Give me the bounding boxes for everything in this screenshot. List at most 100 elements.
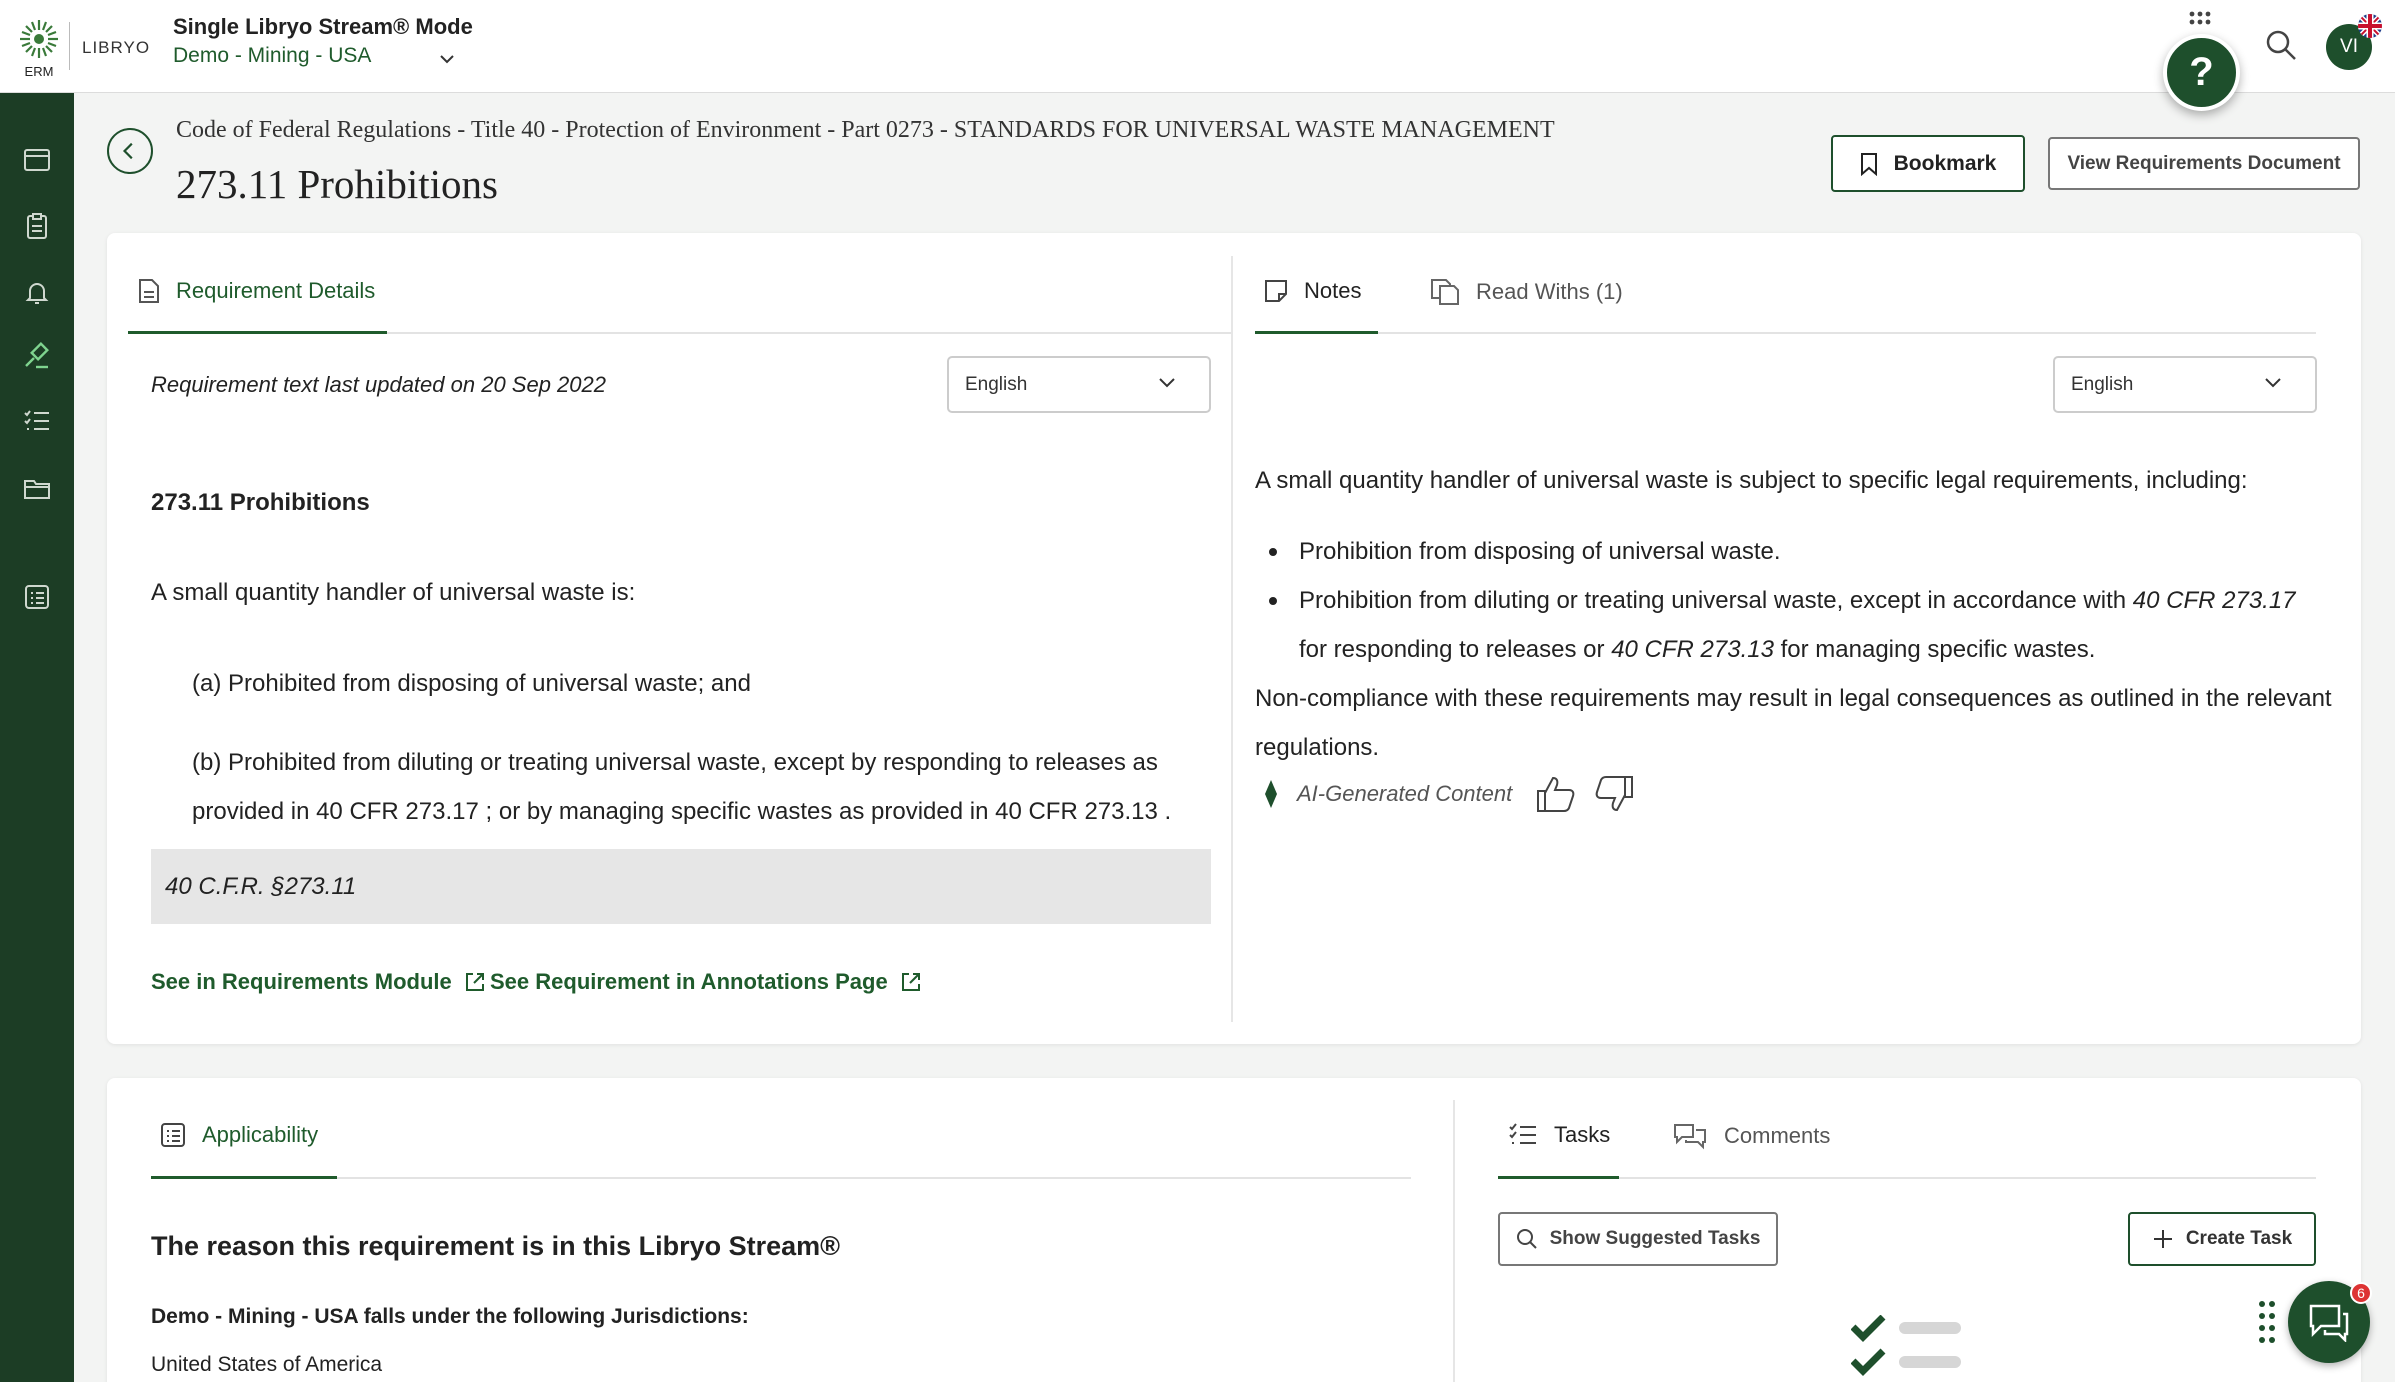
bookmark-button[interactable]: Bookmark (1831, 135, 2025, 192)
notes-cfr-ref-1: 40 CFR 273.17 (2132, 587, 2296, 614)
external-link-icon (901, 973, 920, 991)
requirement-heading: 273.11 Prohibitions (151, 489, 370, 516)
stream-selector[interactable]: Demo - Mining - USA (173, 44, 371, 68)
drag-handle-icon[interactable] (2257, 1300, 2277, 1344)
tab-tasks[interactable]: Tasks (1508, 1122, 1610, 1148)
tab-read-withs[interactable]: Read Withs (1) (1430, 278, 1623, 306)
apps-grid-icon[interactable] (2187, 10, 2213, 30)
search-icon[interactable] (2264, 28, 2298, 62)
notes-bullet-2-text-b: for responding to releases or (1299, 636, 1612, 663)
external-link-icon (465, 973, 484, 991)
notes-language-select[interactable]: English (2053, 356, 2317, 413)
comments-icon (1674, 1124, 1706, 1150)
tab-notes[interactable]: Notes (1264, 278, 1361, 304)
breadcrumb[interactable]: Code of Federal Regulations - Title 40 -… (176, 117, 1555, 144)
tab-notes-label: Notes (1304, 278, 1362, 303)
gavel-icon[interactable] (22, 341, 52, 371)
list-document-icon (161, 1123, 185, 1147)
create-task-button[interactable]: Create Task (2128, 1212, 2316, 1266)
jurisdictions-intro: Demo - Mining - USA falls under the foll… (151, 1305, 749, 1328)
notes-language-value: English (2071, 373, 2134, 395)
card-divider (1453, 1100, 1455, 1382)
tab-baseline (1255, 332, 2316, 334)
ai-generated-label: AI-Generated Content (1297, 781, 1513, 806)
view-requirements-document-button[interactable]: View Requirements Document (2048, 137, 2360, 190)
tab-baseline (1498, 1177, 2316, 1179)
checklist-icon (1509, 1123, 1536, 1144)
see-in-requirements-module-label: See in Requirements Module (151, 969, 452, 994)
search-icon (1516, 1229, 1537, 1249)
chevron-down-icon[interactable] (436, 48, 458, 70)
notes-bullet-2-text-c: for managing specific wastes. (1773, 636, 2096, 663)
left-navigation (0, 93, 74, 1382)
thumbs-down-icon[interactable] (1594, 775, 1634, 813)
see-in-requirements-module-link[interactable]: See in Requirements Module (151, 969, 486, 995)
applicability-heading: The reason this requirement is in this L… (151, 1231, 841, 1261)
chat-notification-badge: 6 (2350, 1282, 2372, 1304)
requirement-language-value: English (965, 373, 1028, 395)
requirement-item-a: (a) Prohibited from disposing of univers… (192, 670, 751, 697)
bookmark-icon (1860, 152, 1877, 176)
dashboard-icon[interactable] (22, 145, 52, 175)
chevron-down-icon (2265, 378, 2281, 388)
svg-text:ERM: ERM (25, 64, 54, 79)
copy-documents-icon (1431, 279, 1459, 305)
chevron-down-icon (1159, 378, 1175, 388)
top-header: ERM LIBRYO Single Libryo Stream® Mode De… (0, 0, 2395, 93)
notes-bullet-1: Prohibition from disposing of universal … (1255, 527, 2315, 576)
tab-requirement-details[interactable]: Requirement Details (138, 278, 375, 304)
help-button[interactable]: ? (2163, 34, 2240, 111)
document-icon (139, 279, 159, 303)
jurisdiction-item: United States of America (151, 1353, 383, 1376)
create-task-label: Create Task (2185, 1228, 2293, 1249)
page-title: 273.11 Prohibitions (176, 161, 498, 207)
notes-bullet-2: Prohibition from diluting or treating un… (1255, 576, 2315, 674)
mode-title: Single Libryo Stream® Mode (173, 14, 473, 39)
tab-applicability-label: Applicability (202, 1122, 319, 1147)
erm-logo-icon[interactable]: ERM (14, 14, 64, 80)
tab-comments-label: Comments (1724, 1123, 1831, 1148)
tab-tasks-label: Tasks (1554, 1122, 1611, 1147)
ai-feedback-row: AI-Generated Content (1263, 775, 1634, 813)
show-suggested-tasks-label: Show Suggested Tasks (1549, 1228, 1761, 1249)
note-icon (1265, 280, 1287, 302)
bell-icon[interactable] (22, 277, 52, 307)
active-tab-indicator (151, 1176, 337, 1179)
brand-name: LIBRYO (82, 38, 151, 57)
citation-box: 40 C.F.R. §273.11 (151, 849, 1211, 924)
bookmark-label: Bookmark (1893, 151, 1997, 175)
active-tab-indicator (128, 331, 387, 334)
notes-consequence: Non-compliance with these requirements m… (1255, 685, 2332, 761)
requirement-item-b-line2: provided in 40 CFR 273.17 ; or by managi… (192, 798, 1172, 825)
logo-divider (69, 22, 70, 70)
back-button[interactable] (107, 128, 153, 174)
list-document-icon[interactable] (22, 582, 52, 612)
requirement-item-b-line1: (b) Prohibited from diluting or treating… (192, 749, 1158, 776)
see-in-annotations-link[interactable]: See Requirement in Annotations Page (490, 969, 922, 995)
folder-icon[interactable] (22, 473, 52, 503)
ai-sparkle-icon (1265, 780, 1277, 808)
plus-icon (2153, 1230, 2172, 1248)
tab-baseline (151, 1177, 1411, 1179)
notes-bullet-2-text-a: Prohibition from diluting or treating un… (1299, 587, 2133, 614)
last-updated-text: Requirement text last updated on 20 Sep … (151, 372, 606, 397)
active-tab-indicator (1498, 1176, 1619, 1179)
tab-requirement-details-label: Requirement Details (176, 278, 376, 303)
requirement-intro: A small quantity handler of universal wa… (151, 579, 636, 606)
show-suggested-tasks-button[interactable]: Show Suggested Tasks (1498, 1212, 1778, 1266)
thumbs-up-icon[interactable] (1536, 775, 1576, 813)
tab-comments[interactable]: Comments (1672, 1122, 1830, 1150)
notes-bullet-list: Prohibition from disposing of universal … (1255, 527, 2315, 674)
clipboard-icon[interactable] (22, 211, 52, 241)
notes-intro: A small quantity handler of universal wa… (1255, 467, 2248, 494)
checklist-icon[interactable] (22, 406, 52, 436)
see-in-annotations-label: See Requirement in Annotations Page (490, 969, 888, 994)
card-divider (1231, 256, 1233, 1022)
active-tab-indicator (1255, 331, 1378, 334)
requirement-language-select[interactable]: English (947, 356, 1211, 413)
uk-flag-icon[interactable] (2358, 14, 2382, 38)
chat-icon (2309, 1304, 2349, 1342)
tab-applicability[interactable]: Applicability (160, 1122, 318, 1148)
notes-cfr-ref-2: 40 CFR 273.13 (1611, 636, 1774, 663)
tasks-empty-illustration-icon (1851, 1315, 1961, 1376)
